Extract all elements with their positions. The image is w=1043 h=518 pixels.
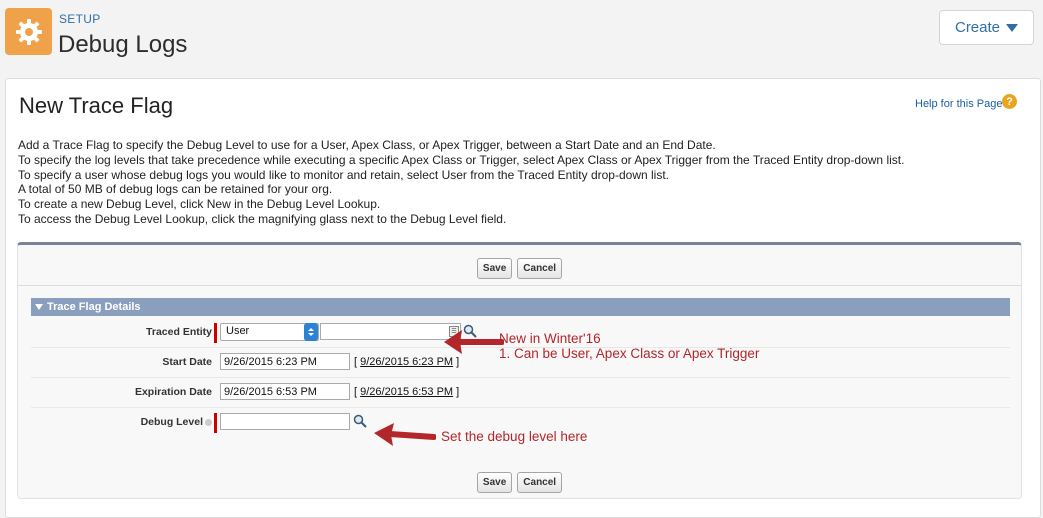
expiration-date-label: Expiration Date — [134, 386, 212, 398]
annotation-traced-entity-title: New in Winter'16 — [499, 331, 601, 346]
section-title: Trace Flag Details — [47, 301, 141, 313]
required-indicator — [214, 323, 217, 343]
start-date-input[interactable] — [220, 353, 350, 370]
save-button[interactable]: Save — [476, 472, 513, 493]
page-title: Debug Logs — [58, 31, 188, 58]
annotation-debug-level: Set the debug level here — [441, 429, 588, 444]
caret-down-icon — [1006, 23, 1019, 32]
description-line: To access the Debug Level Lookup, click … — [18, 211, 507, 226]
description-line: Add a Trace Flag to specify the Debug Le… — [18, 138, 716, 152]
bottom-button-row: Save Cancel — [18, 472, 1021, 494]
section-header-trace-flag-details[interactable]: Trace Flag Details — [31, 298, 1010, 316]
description-line: To create a new Debug Level, click New i… — [18, 197, 381, 212]
create-button-label: Create — [954, 19, 1001, 36]
annotation-arrow-icon — [444, 330, 504, 354]
magnifying-glass-icon[interactable] — [353, 414, 367, 428]
gear-icon — [5, 8, 52, 55]
traced-entity-select[interactable]: User — [220, 323, 319, 341]
description: Add a Trace Flag to specify the Debug Le… — [18, 138, 904, 227]
annotation-arrow-icon — [374, 423, 436, 446]
page-header: SETUP Debug Logs Create — [0, 0, 1043, 75]
debug-level-label: Debug Level — [141, 416, 212, 428]
description-line: A total of 50 MB of debug logs can be re… — [18, 182, 333, 197]
panel-title: New Trace Flag — [19, 93, 174, 118]
main-panel: New Trace Flag Help for this Page ? Add … — [5, 78, 1041, 518]
setup-breadcrumb[interactable]: SETUP — [59, 12, 101, 26]
select-arrows-icon — [304, 323, 318, 341]
description-line: To specify the log levels that take prec… — [18, 152, 905, 167]
annotation-traced-entity-note: 1. Can be User, Apex Class or Apex Trigg… — [499, 346, 760, 361]
start-date-label: Start Date — [162, 356, 212, 368]
help-link[interactable]: Help for this Page — [915, 98, 1002, 110]
help-icon[interactable]: ? — [1002, 94, 1017, 109]
divider — [18, 285, 1021, 286]
help-bubble-icon[interactable] — [205, 418, 212, 426]
cancel-button[interactable]: Cancel — [517, 258, 563, 279]
expiration-date-link[interactable]: [ 9/26/2015 6:53 PM ] — [354, 386, 459, 398]
top-button-row: Save Cancel — [18, 258, 1021, 280]
traced-entity-selected: User — [226, 325, 250, 337]
debug-level-input[interactable] — [220, 413, 350, 430]
expiration-date-row: Expiration Date [ 9/26/2015 6:53 PM ] — [31, 378, 1010, 408]
traced-entity-label: Traced Entity — [146, 326, 212, 338]
trace-flag-form: Save Cancel Trace Flag Details Traced En… — [17, 242, 1022, 499]
expiration-date-input[interactable] — [220, 383, 350, 400]
cancel-button[interactable]: Cancel — [517, 472, 563, 493]
create-button[interactable]: Create — [939, 10, 1034, 45]
description-line: To specify a user whose debug logs you w… — [18, 167, 669, 182]
required-indicator — [214, 413, 217, 433]
save-button[interactable]: Save — [476, 258, 513, 279]
triangle-down-icon — [35, 304, 43, 310]
